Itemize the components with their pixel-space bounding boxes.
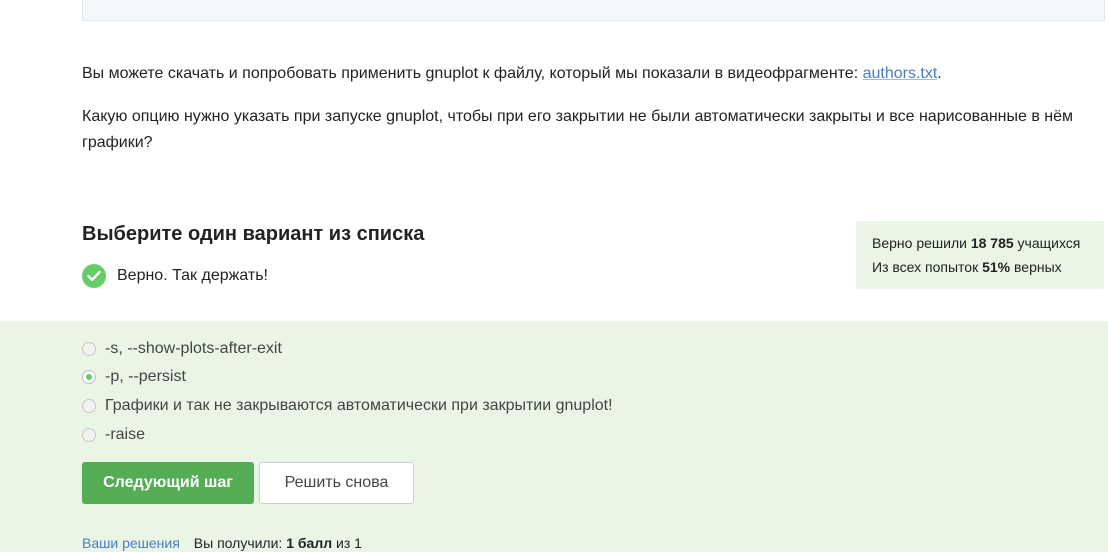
stats-solved: Верно решили 18 785 учащихся <box>872 235 1081 251</box>
next-step-button[interactable]: Следующий шаг <box>82 462 254 504</box>
retry-button[interactable]: Решить снова <box>259 462 414 504</box>
feedback-correct: Верно. Так держать! <box>82 264 268 288</box>
stats-box: Верно решили 18 785 учащихся Из всех поп… <box>856 221 1104 289</box>
option-persist[interactable]: -p, --persist <box>82 368 186 386</box>
option-raise[interactable]: -raise <box>82 426 145 444</box>
intro-text-end: . <box>937 65 942 82</box>
option-label: -s, --show-plots-after-exit <box>105 340 282 357</box>
check-icon <box>82 264 106 288</box>
intro-text: Вы можете скачать и попробовать применит… <box>82 65 863 82</box>
feedback-text: Верно. Так держать! <box>117 267 268 284</box>
solved-count: 18 785 <box>970 235 1014 251</box>
option-label: Графики и так не закрываются автоматичес… <box>105 397 613 414</box>
score-suffix: из 1 <box>332 535 362 551</box>
radio-button-selected[interactable] <box>82 370 96 384</box>
previous-content-box <box>82 0 1105 21</box>
question-text: Какую опцию нужно указать при запуске gn… <box>82 108 1074 151</box>
option-label: -raise <box>105 426 146 443</box>
authors-file-link[interactable]: authors.txt <box>863 65 938 82</box>
footer-score: Ваши решения Вы получили: 1 балл из 1 <box>82 535 362 551</box>
option-show-plots-after-exit[interactable]: -s, --show-plots-after-exit <box>82 340 282 358</box>
option-not-closed-anyway[interactable]: Графики и так не закрываются автоматичес… <box>82 397 613 415</box>
intro-paragraph: Вы можете скачать и попробовать применит… <box>82 61 1102 87</box>
stats-attempts: Из всех попыток 51% верных <box>872 259 1062 275</box>
choice-heading: Выберите один вариант из списка <box>82 223 425 245</box>
your-solutions-link[interactable]: Ваши решения <box>82 535 180 551</box>
score-prefix: Вы получили: <box>193 535 287 551</box>
attempts-percent: 51% <box>982 259 1011 275</box>
radio-button[interactable] <box>82 342 96 356</box>
radio-button[interactable] <box>82 428 96 442</box>
radio-button[interactable] <box>82 399 96 413</box>
score-value: 1 балл <box>286 535 333 551</box>
option-label: -p, --persist <box>105 368 186 385</box>
